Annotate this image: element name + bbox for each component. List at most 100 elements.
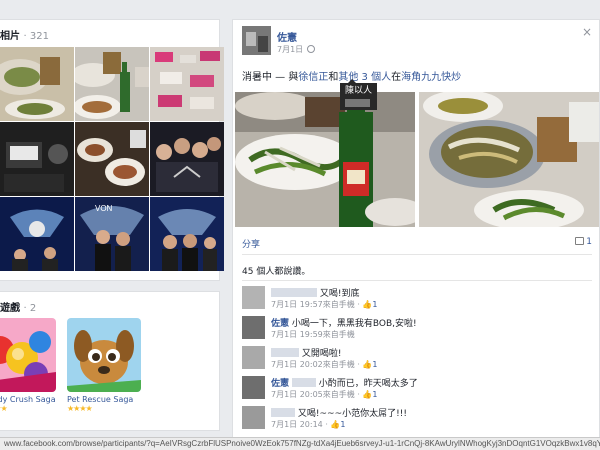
comment-time[interactable]: 7月1日 20:02來自手機 xyxy=(271,360,355,369)
comment-icon xyxy=(575,237,585,245)
comment-like-count-value[interactable]: 1 xyxy=(372,300,377,309)
game-name[interactable]: Candy Crush Saga xyxy=(0,395,56,404)
photo-thumbnail[interactable] xyxy=(150,47,224,121)
like-thumb-icon: 👍 xyxy=(330,420,341,429)
mention-redacted[interactable] xyxy=(291,378,316,387)
likes-summary[interactable]: 45 個人都說讚。 xyxy=(242,264,310,277)
photos-count: · 321 xyxy=(23,31,49,42)
comment-like-count[interactable]: 👍1 xyxy=(362,300,377,309)
photo-thumbnail[interactable] xyxy=(0,197,74,271)
comment-item: 又喝!到底 7月1日 19:57來自手機 · 👍1 xyxy=(242,286,592,314)
commenter-avatar[interactable] xyxy=(242,406,265,429)
comment-time[interactable]: 7月1日 20:14 xyxy=(271,420,323,429)
comment-body: 佐憲 小喝一下，黑黑我有BOB,安啦! xyxy=(271,316,417,329)
close-icon[interactable]: × xyxy=(582,25,592,39)
comment-text: 又喝!~~~小范你太屌了!!! xyxy=(297,409,407,419)
comment-item: 又喝!~~~小范你太屌了!!! 7月1日 20:14 · 👍1 xyxy=(242,406,592,434)
action-row: 分享 1 xyxy=(242,237,592,250)
commenter-name-redacted[interactable] xyxy=(271,288,317,297)
divider xyxy=(242,280,592,281)
comment-item: 又開喝啦! 7月1日 20:02來自手機 · 👍1 xyxy=(242,346,592,374)
photo-thumbnail[interactable]: VON xyxy=(75,197,149,271)
photo-thumbnail[interactable] xyxy=(0,47,74,121)
tagged-people-tooltip: 陳以人 xyxy=(340,79,377,110)
like-thumb-icon: 👍 xyxy=(362,300,373,309)
comment-meta: 7月1日 19:59來自手機 xyxy=(271,329,355,340)
comment-like-count[interactable]: 👍1 xyxy=(362,360,377,369)
photos-title[interactable]: 相片 xyxy=(0,31,20,42)
commenter-name-redacted[interactable] xyxy=(271,408,295,417)
commenter-name[interactable]: 佐憲 xyxy=(271,319,289,329)
post-photo[interactable] xyxy=(419,92,599,227)
comment-meta: 7月1日 20:02來自手機 · 👍1 xyxy=(271,360,378,369)
game-name[interactable]: Pet Rescue Saga xyxy=(67,395,141,404)
browser-status-url: www.facebook.com/browse/participants/?q=… xyxy=(0,437,600,450)
post-card: 佐憲 7月1日 × 消暑中 — 與徐信正和其他 3 個人在海角九九快炒 陳以人 … xyxy=(232,19,600,450)
commenter-avatar[interactable] xyxy=(242,346,265,369)
comment-body: 又開喝啦! xyxy=(271,346,341,359)
commenter-name[interactable]: 佐憲 xyxy=(271,379,289,389)
comment-item: 佐憲 小喝一下，黑黑我有BOB,安啦! 7月1日 19:59來自手機 xyxy=(242,316,592,344)
rating-stars-icon: ★★★★ xyxy=(67,404,93,413)
comment-count[interactable]: 1 xyxy=(575,237,592,247)
photo-thumbnail[interactable] xyxy=(0,122,74,196)
comment-like-count-value[interactable]: 1 xyxy=(340,420,345,429)
rating-stars-icon: ★★★★ xyxy=(0,404,8,413)
games-header[interactable]: 遊戲 · 2 xyxy=(0,292,219,318)
location-link[interactable]: 海角九九快炒 xyxy=(401,72,461,83)
tagged-friend-link[interactable]: 徐信正 xyxy=(298,72,328,83)
comment-text: 小酌而已，昨天喝太多了 xyxy=(318,379,418,389)
post-date[interactable]: 7月1日 xyxy=(277,44,316,55)
pet-rescue-icon[interactable] xyxy=(67,318,141,392)
divider xyxy=(242,254,592,255)
privacy-globe-icon[interactable] xyxy=(307,45,316,53)
candy-crush-icon[interactable] xyxy=(0,318,56,392)
author-avatar[interactable] xyxy=(242,26,271,55)
post-text-and: 和 xyxy=(328,72,339,83)
like-thumb-icon: 👍 xyxy=(362,390,373,399)
svg-text:VON: VON xyxy=(95,204,113,213)
comment-like-count[interactable]: 👍1 xyxy=(362,390,377,399)
like-thumb-icon: 👍 xyxy=(362,360,373,369)
comment-time[interactable]: 7月1日 19:59來自手機 xyxy=(271,330,355,339)
comment-meta: 7月1日 20:05來自手機 · 👍1 xyxy=(271,390,378,399)
post-text-at: 在 xyxy=(391,72,402,83)
post-text-prefix: 消暑中 — 與 xyxy=(242,72,299,83)
comment-body: 又喝!~~~小范你太屌了!!! xyxy=(271,406,407,419)
comment-item: 佐憲 小酌而已，昨天喝太多了 7月1日 20:05來自手機 · 👍1 xyxy=(242,376,592,404)
comment-text: 又喝!到底 xyxy=(319,289,360,299)
comment-meta: 7月1日 20:14 · 👍1 xyxy=(271,420,346,429)
games-count: · 2 xyxy=(23,303,37,314)
games-title[interactable]: 遊戲 xyxy=(0,303,20,314)
games-card: 遊戲 · 2 Candy Crush Saga ★★★★ Pet Rescue … xyxy=(0,291,220,431)
photo-thumbnail[interactable] xyxy=(150,197,224,271)
commenter-avatar[interactable] xyxy=(242,376,265,399)
tooltip-redacted xyxy=(345,99,370,107)
comment-time[interactable]: 7月1日 20:05來自手機 xyxy=(271,390,355,399)
comment-body: 又喝!到底 xyxy=(271,286,359,299)
commenter-avatar[interactable] xyxy=(242,316,265,339)
comment-like-count-value[interactable]: 1 xyxy=(372,360,377,369)
photos-header[interactable]: 相片 · 321 xyxy=(0,20,219,46)
post-photo[interactable] xyxy=(235,92,415,227)
photo-thumbnail[interactable] xyxy=(150,122,224,196)
post-author[interactable]: 佐憲 xyxy=(277,29,297,44)
comment-like-count[interactable]: 👍1 xyxy=(330,420,345,429)
comment-time[interactable]: 7月1日 19:57來自手機 xyxy=(271,300,355,309)
photo-thumbnail[interactable] xyxy=(75,47,149,121)
photo-thumbnail[interactable] xyxy=(75,122,149,196)
game-item[interactable]: Pet Rescue Saga ★★★★ xyxy=(67,318,141,413)
share-link[interactable]: 分享 xyxy=(242,240,260,250)
game-item[interactable]: Candy Crush Saga ★★★★ xyxy=(0,318,56,413)
commenter-name-redacted[interactable] xyxy=(271,348,299,357)
comment-meta: 7月1日 19:57來自手機 · 👍1 xyxy=(271,300,378,309)
comment-like-count-value[interactable]: 1 xyxy=(372,390,377,399)
post-date-text[interactable]: 7月1日 xyxy=(277,45,303,54)
comment-text: 又開喝啦! xyxy=(301,349,342,359)
comment-count-value[interactable]: 1 xyxy=(586,237,592,247)
tooltip-name: 陳以人 xyxy=(345,86,373,96)
photos-card: 相片 · 321 VON xyxy=(0,19,224,281)
others-link[interactable]: 其他 3 個人 xyxy=(338,72,391,83)
comment-text: 小喝一下，黑黑我有BOB,安啦! xyxy=(291,319,417,329)
commenter-avatar[interactable] xyxy=(242,286,265,309)
